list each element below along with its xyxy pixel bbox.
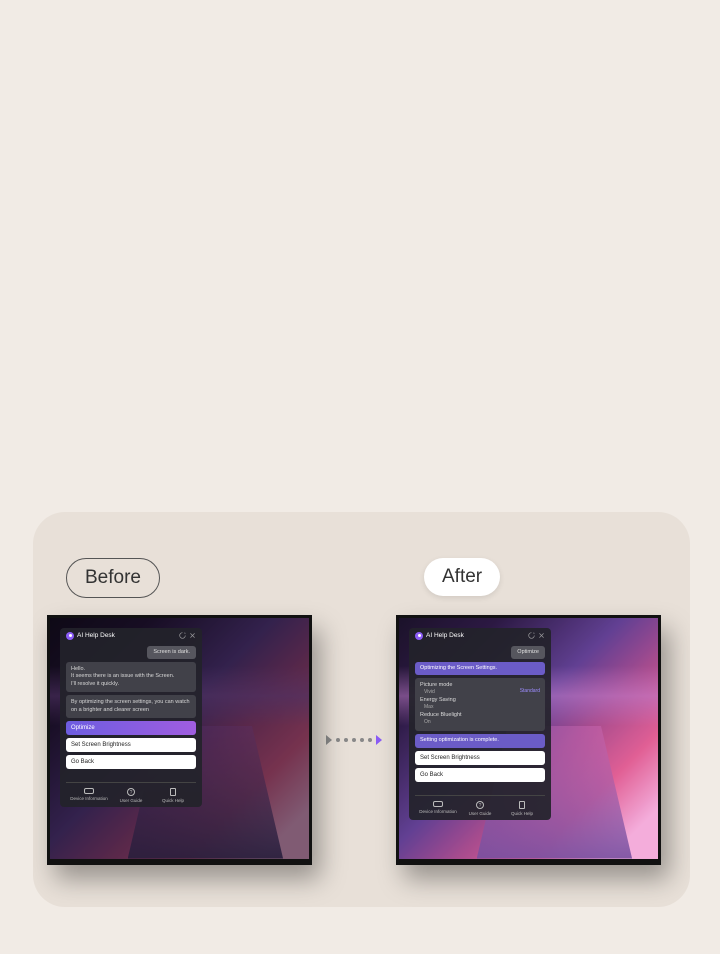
footer-label: User Guide (120, 798, 143, 803)
setting-label: Energy Saving (420, 697, 540, 703)
dot-icon (352, 738, 356, 742)
setting-label: Reduce Bluelight (420, 712, 540, 718)
document-icon (519, 801, 525, 809)
footer-user-guide[interactable]: User Guide (459, 801, 501, 816)
device-icon (433, 801, 443, 807)
after-tag: After (424, 558, 500, 596)
comparison-container: Before After AI Help Desk Scre (33, 512, 690, 907)
dot-icon (360, 738, 364, 742)
ai-eye-icon (415, 632, 423, 640)
close-icon[interactable] (189, 632, 196, 639)
close-icon[interactable] (538, 632, 545, 639)
panel-header: AI Help Desk (60, 628, 202, 644)
footer-quick-help[interactable]: Quick Help (501, 801, 543, 816)
footer-user-guide[interactable]: User Guide (110, 788, 152, 803)
ai-message: Hello. It seems there is an issue with t… (66, 662, 196, 692)
user-message: Optimize (511, 646, 545, 659)
device-icon (84, 788, 94, 794)
refresh-icon[interactable] (179, 632, 186, 639)
ai-eye-icon (66, 632, 74, 640)
status-message: Optimizing the Screen Settings. (415, 662, 545, 675)
footer-label: Quick Help (511, 811, 533, 816)
footer-label: Device Information (419, 809, 457, 814)
setting-value: Vivid (420, 689, 435, 695)
after-tv: AI Help Desk Optimize Optimizing the Scr… (396, 615, 661, 865)
set-brightness-button[interactable]: Set Screen Brightness (415, 751, 545, 765)
before-tv: AI Help Desk Screen is dark. Hello. It s… (47, 615, 312, 865)
setting-picture-mode: Picture mode Vivid Standard (420, 682, 540, 695)
set-brightness-button[interactable]: Set Screen Brightness (66, 738, 196, 752)
panel-title: AI Help Desk (426, 632, 525, 639)
ai-help-desk-panel: AI Help Desk Optimize Optimizing the Scr… (409, 628, 551, 820)
setting-value: On (420, 719, 431, 725)
ai-help-desk-panel: AI Help Desk Screen is dark. Hello. It s… (60, 628, 202, 808)
panel-header: AI Help Desk (409, 628, 551, 644)
before-tag: Before (66, 558, 160, 598)
footer-label: Device Information (70, 796, 108, 801)
footer-device-info[interactable]: Device Information (417, 801, 459, 816)
complete-message: Setting optimization is complete. (415, 734, 545, 747)
setting-energy-saving: Energy Saving Max (420, 697, 540, 710)
transition-arrow (326, 735, 382, 745)
go-back-button[interactable]: Go Back (66, 755, 196, 769)
dot-icon (368, 738, 372, 742)
panel-footer: Device Information User Guide Quick Help (66, 782, 196, 807)
refresh-icon[interactable] (528, 632, 535, 639)
panel-title: AI Help Desk (77, 632, 176, 639)
footer-label: User Guide (469, 811, 492, 816)
setting-reduce-bluelight: Reduce Bluelight On (420, 712, 540, 725)
ai-message: By optimizing the screen settings, you c… (66, 695, 196, 718)
question-icon (476, 801, 484, 809)
footer-quick-help[interactable]: Quick Help (152, 788, 194, 803)
go-back-button[interactable]: Go Back (415, 768, 545, 782)
dot-icon (344, 738, 348, 742)
footer-device-info[interactable]: Device Information (68, 788, 110, 803)
triangle-icon (326, 735, 332, 745)
document-icon (170, 788, 176, 796)
triangle-icon (376, 735, 382, 745)
optimize-button[interactable]: Optimize (66, 721, 196, 735)
settings-summary: Picture mode Vivid Standard Energy Savin… (415, 678, 545, 731)
setting-value: Max (420, 704, 433, 710)
user-message: Screen is dark. (147, 646, 196, 659)
setting-link[interactable]: Standard (516, 688, 540, 694)
footer-label: Quick Help (162, 798, 184, 803)
question-icon (127, 788, 135, 796)
dot-icon (336, 738, 340, 742)
panel-footer: Device Information User Guide Quick Help (415, 795, 545, 820)
